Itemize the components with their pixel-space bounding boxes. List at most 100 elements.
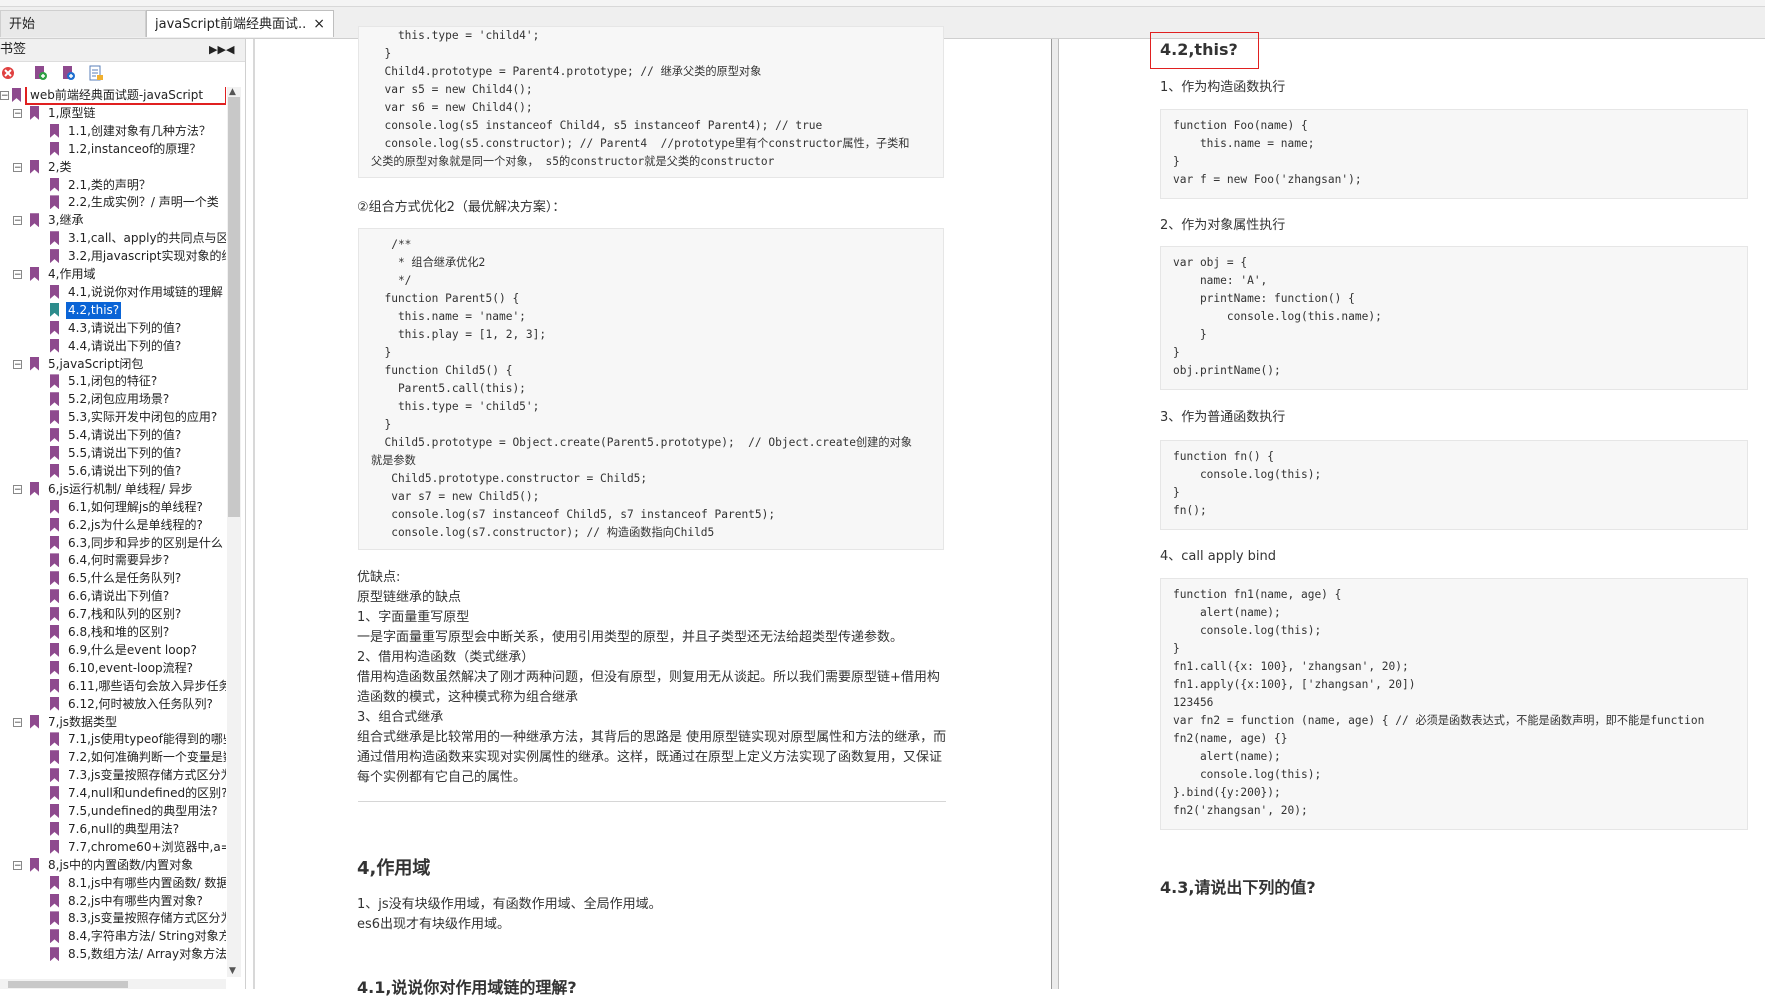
code-line: this.name = 'name';: [371, 310, 526, 323]
bookmark-icon: [50, 392, 59, 407]
expand-toggle-icon[interactable]: −: [13, 270, 22, 280]
bookmarks-header: 书签 ▶▶ ◀: [0, 39, 245, 62]
bookmark-icon: [50, 786, 59, 801]
bookmark-item[interactable]: 1.1,创建对象有几种方法？: [0, 123, 226, 140]
bookmark-label: 7.3,js变量按照存储方式区分为哪些: [68, 768, 226, 783]
pin-icon[interactable]: ▶▶: [209, 39, 226, 61]
bookmark-root[interactable]: − web前端经典面试题-javaScript: [0, 87, 226, 105]
bookmark-item[interactable]: 1.2,instanceof的原理？: [0, 141, 226, 158]
code-line: * 组合继承优化2: [371, 256, 486, 269]
expand-toggle-icon[interactable]: −: [13, 108, 22, 118]
text-line: 借用构造函数虽然解决了刚才两种问题，但没有原型，则复用无从谈起。所以我们需要原型…: [357, 670, 940, 685]
bookmark-chapter[interactable]: − 8,js中的内置函数/内置对象: [0, 857, 226, 874]
bookmark-item[interactable]: 7.3,js变量按照存储方式区分为哪些: [0, 767, 226, 784]
code-line: var f = new Foo('zhangsan');: [1173, 173, 1362, 186]
item-object-property: 2、作为对象属性执行: [1160, 218, 1286, 233]
code-line: name: 'A',: [1173, 274, 1268, 287]
expand-toggle-icon[interactable]: −: [13, 359, 22, 369]
bookmark-item[interactable]: 2.1,类的声明？: [0, 177, 226, 194]
bookmark-label: 3,继承: [48, 213, 84, 228]
bookmark-item[interactable]: 7.5,undefined的典型用法?: [0, 803, 226, 820]
expand-toggle-icon[interactable]: −: [13, 216, 22, 226]
chevron-up-icon[interactable]: ▲: [229, 87, 236, 97]
bookmark-item[interactable]: 6.2,js为什么是单线程的?: [0, 517, 226, 534]
bookmark-item[interactable]: 5.1,闭包的特征?: [0, 373, 226, 390]
bookmark-chapter[interactable]: − 4,作用域: [0, 266, 226, 283]
bookmark-item[interactable]: 7.4,null和undefined的区别?: [0, 785, 226, 802]
bookmark-item[interactable]: 8.5,数组方法/ Array对象方法: [0, 946, 226, 963]
add-child-bookmark-icon[interactable]: [60, 65, 76, 81]
bookmark-item[interactable]: 6.10,event-loop流程?: [0, 660, 226, 677]
bookmark-item[interactable]: 5.4,请说出下列的值?: [0, 427, 226, 444]
bookmark-icon: [30, 857, 39, 872]
bookmark-icon: [50, 839, 59, 854]
delete-bookmark-icon[interactable]: [0, 65, 16, 81]
bookmark-item[interactable]: 6.9,什么是event loop?: [0, 642, 226, 659]
bookmark-item[interactable]: 6.8,栈和堆的区别?: [0, 624, 226, 641]
code-line: console.log(this.name);: [1173, 310, 1382, 323]
vertical-scrollbar-thumb[interactable]: [228, 97, 240, 517]
bookmark-tree: − web前端经典面试题-javaScript −1,原型链 1.1,创建对象有几种方…: [0, 87, 226, 977]
bookmark-item[interactable]: 2.2,生成实例？/ 声明一个类: [0, 194, 226, 211]
bookmark-item[interactable]: 7.2,如何准确判断一个变量是数组: [0, 749, 226, 766]
bookmark-item[interactable]: 5.5,请说出下列的值?: [0, 445, 226, 462]
bookmark-item[interactable]: 3.1,call、apply的共同点与区别: [0, 230, 226, 247]
horizontal-scrollbar-thumb[interactable]: [8, 981, 128, 988]
bookmark-item[interactable]: 4.4,请说出下列的值?: [0, 338, 226, 355]
code-line: }.bind({y:200});: [1173, 786, 1281, 799]
code-line: alert(name);: [1173, 750, 1281, 763]
bookmark-item[interactable]: 3.2,用javascript实现对象的继承: [0, 248, 226, 265]
expand-toggle-icon[interactable]: −: [13, 484, 22, 494]
bookmark-item[interactable]: 4.1,说说你对作用域链的理解: [0, 284, 226, 301]
bookmark-item[interactable]: 7.7,chrome60+浏览器中,a===: [0, 839, 226, 856]
section-4-title: 4,作用域: [357, 858, 431, 879]
tab-start[interactable]: 开始: [0, 10, 146, 37]
bookmark-item[interactable]: 6.11,哪些语句会放入异步任务: [0, 678, 226, 695]
bookmark-properties-icon[interactable]: [88, 65, 104, 81]
close-icon[interactable]: ×: [313, 11, 325, 38]
collapse-panel-icon[interactable]: ◀: [226, 39, 234, 61]
bookmark-item[interactable]: 8.1,js中有哪些内置函数/ 数据: [0, 875, 226, 892]
bookmark-item[interactable]: 8.2,js中有哪些内置对象?: [0, 893, 226, 910]
bookmark-chapter[interactable]: − 5,javaScript闭包: [0, 356, 226, 373]
bookmark-item[interactable]: 7.1,js使用typeof能得到的哪些类型: [0, 731, 226, 748]
bookmark-item[interactable]: 8.3,js变量按照存储方式区分为哪些: [0, 910, 226, 927]
bookmark-item[interactable]: 5.3,实际开发中闭包的应用?: [0, 409, 226, 426]
bookmark-chapter[interactable]: − 2,类: [0, 159, 226, 176]
text-line: 2、借用构造函数（类式继承）: [357, 650, 535, 665]
bookmark-chapter[interactable]: − 7,js数据类型: [0, 714, 226, 731]
code-line: console.log(s7 instanceof Child5, s7 ins…: [371, 508, 776, 521]
text-line: 组合式继承是比较常用的一种继承方法，其背后的思路是 使用原型链实现对原型属性和方…: [357, 730, 947, 745]
code-line: 就是参数: [371, 454, 416, 467]
text-line: 3、组合式继承: [357, 710, 444, 725]
bookmark-item[interactable]: 6.12,何时被放入任务队列?: [0, 696, 226, 713]
code-line: function Child5() {: [371, 364, 513, 377]
bookmark-item[interactable]: 6.3,同步和异步的区别是什么: [0, 535, 226, 552]
code-block-plain-function: function fn() { console.log(this);} fn();: [1160, 440, 1748, 530]
chevron-down-icon[interactable]: ▼: [229, 966, 236, 976]
bookmark-item[interactable]: 6.4,何时需要异步?: [0, 552, 226, 569]
item-constructor: 1、作为构造函数执行: [1160, 80, 1286, 95]
bookmark-chapter[interactable]: − 6,js运行机制/ 单线程/ 异步: [0, 481, 226, 498]
bookmark-item[interactable]: 6.1,如何理解js的单线程?: [0, 499, 226, 516]
expand-toggle-icon[interactable]: −: [13, 860, 22, 870]
expand-toggle-icon[interactable]: −: [13, 717, 22, 727]
bookmark-item[interactable]: 6.7,栈和队列的区别?: [0, 606, 226, 623]
bookmark-item[interactable]: 5.6,请说出下列的值?: [0, 463, 226, 480]
bookmark-item[interactable]: 7.6,null的典型用法?: [0, 821, 226, 838]
code-line: }: [1173, 328, 1207, 341]
bookmark-item[interactable]: 6.5,什么是任务队列?: [0, 570, 226, 587]
bookmark-item[interactable]: 6.6,请说出下列值?: [0, 588, 226, 605]
bookmark-chapter[interactable]: − 1,原型链: [0, 105, 226, 122]
bookmark-item[interactable]: 5.2,闭包应用场景?: [0, 391, 226, 408]
expand-toggle-icon[interactable]: −: [13, 162, 22, 172]
bookmark-chapter[interactable]: − 3,继承: [0, 212, 226, 229]
bookmark-item[interactable]: 4.3,请说出下列的值?: [0, 320, 226, 337]
bookmark-item[interactable]: 4.2,this?: [0, 301, 226, 319]
code-line: this.type = 'child5';: [371, 400, 540, 413]
add-bookmark-icon[interactable]: [32, 65, 48, 81]
tab-document[interactable]: javaScript前端经典面试... ×: [146, 10, 334, 37]
code-line: fn2(name, age) {}: [1173, 732, 1288, 745]
expand-toggle-icon[interactable]: −: [0, 91, 9, 101]
bookmark-item[interactable]: 8.4,字符串方法/ String对象方法: [0, 928, 226, 945]
